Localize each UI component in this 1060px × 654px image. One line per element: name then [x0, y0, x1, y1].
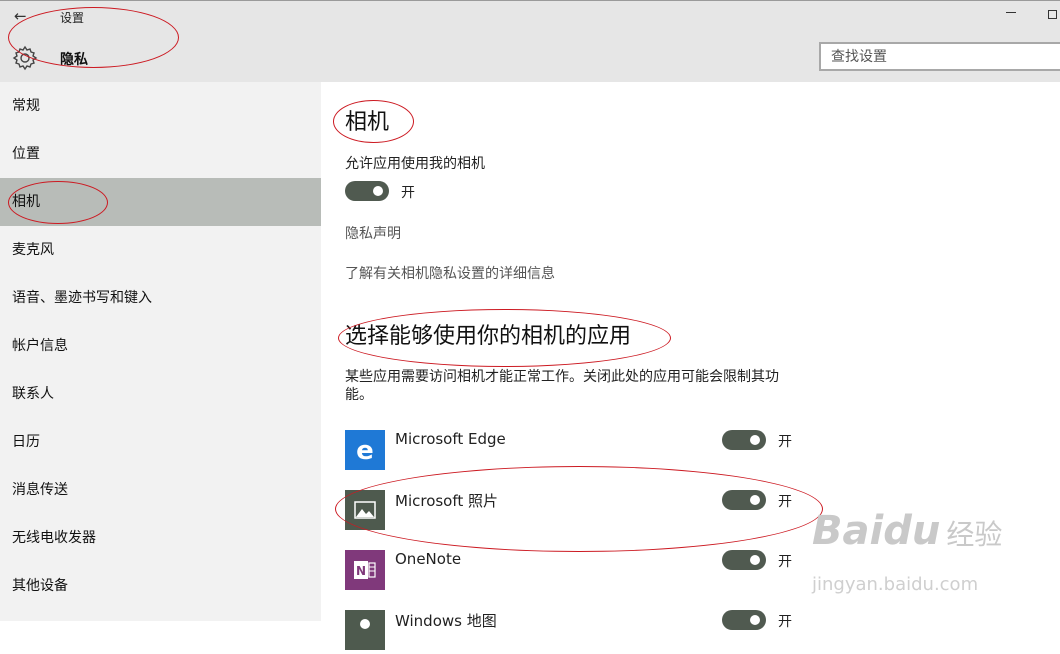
- sidebar-item-microphone[interactable]: 麦克风: [0, 226, 321, 274]
- app-camera-toggle[interactable]: [722, 550, 766, 570]
- watermark-brand: 经验: [946, 518, 1003, 551]
- app-toggle-text: 开: [778, 554, 792, 570]
- allow-camera-toggle-text: 开: [401, 185, 415, 201]
- minimize-icon[interactable]: [1006, 12, 1016, 13]
- app-camera-toggle[interactable]: [722, 430, 766, 450]
- annotation-ellipse: [338, 309, 671, 367]
- app-toggle-text: 开: [778, 614, 792, 630]
- edge-icon: e: [345, 430, 385, 470]
- onenote-icon: N: [345, 550, 385, 590]
- learn-more-link[interactable]: 了解有关相机隐私设置的详细信息: [345, 263, 555, 283]
- annotation-ellipse: [8, 7, 179, 68]
- privacy-statement-link[interactable]: 隐私声明: [345, 223, 401, 243]
- sidebar-item-contacts[interactable]: 联系人: [0, 370, 321, 418]
- sidebar-item-calendar[interactable]: 日历: [0, 418, 321, 466]
- annotation-ellipse: [333, 100, 414, 143]
- app-toggle-text: 开: [778, 434, 792, 450]
- allow-camera-toggle[interactable]: [345, 181, 389, 201]
- sidebar-item-account-info[interactable]: 帐户信息: [0, 322, 321, 370]
- allow-camera-label: 允许应用使用我的相机: [345, 156, 485, 172]
- sidebar-item-general[interactable]: 常规: [0, 82, 321, 130]
- app-name: OneNote: [395, 550, 462, 568]
- sidebar-item-location[interactable]: 位置: [0, 130, 321, 178]
- maps-icon: [345, 610, 385, 650]
- app-camera-toggle[interactable]: [722, 610, 766, 630]
- watermark-logo: Baidu: [812, 508, 941, 554]
- sidebar-item-speech-inking[interactable]: 语音、墨迹书写和键入: [0, 274, 321, 322]
- app-name: Microsoft Edge: [395, 430, 506, 448]
- sidebar-item-radios[interactable]: 无线电收发器: [0, 514, 321, 562]
- sidebar-item-other-devices[interactable]: 其他设备: [0, 562, 321, 610]
- annotation-ellipse: [335, 466, 823, 552]
- window-border: [0, 0, 1060, 1]
- sidebar-item-messaging[interactable]: 消息传送: [0, 466, 321, 514]
- baidu-watermark: Baidu 经验: [812, 508, 1002, 554]
- search-input[interactable]: [819, 42, 1060, 71]
- watermark-url: jingyan.baidu.com: [812, 574, 979, 595]
- svg-text:N: N: [356, 564, 366, 578]
- sidebar: 常规 位置 相机 麦克风 语音、墨迹书写和键入 帐户信息 联系人 日历 消息传送…: [0, 82, 321, 621]
- maximize-icon[interactable]: [1048, 10, 1057, 19]
- annotation-ellipse: [8, 181, 108, 224]
- apps-description: 某些应用需要访问相机才能正常工作。关闭此处的应用可能会限制其功能。: [345, 369, 779, 403]
- svg-text:e: e: [356, 436, 374, 466]
